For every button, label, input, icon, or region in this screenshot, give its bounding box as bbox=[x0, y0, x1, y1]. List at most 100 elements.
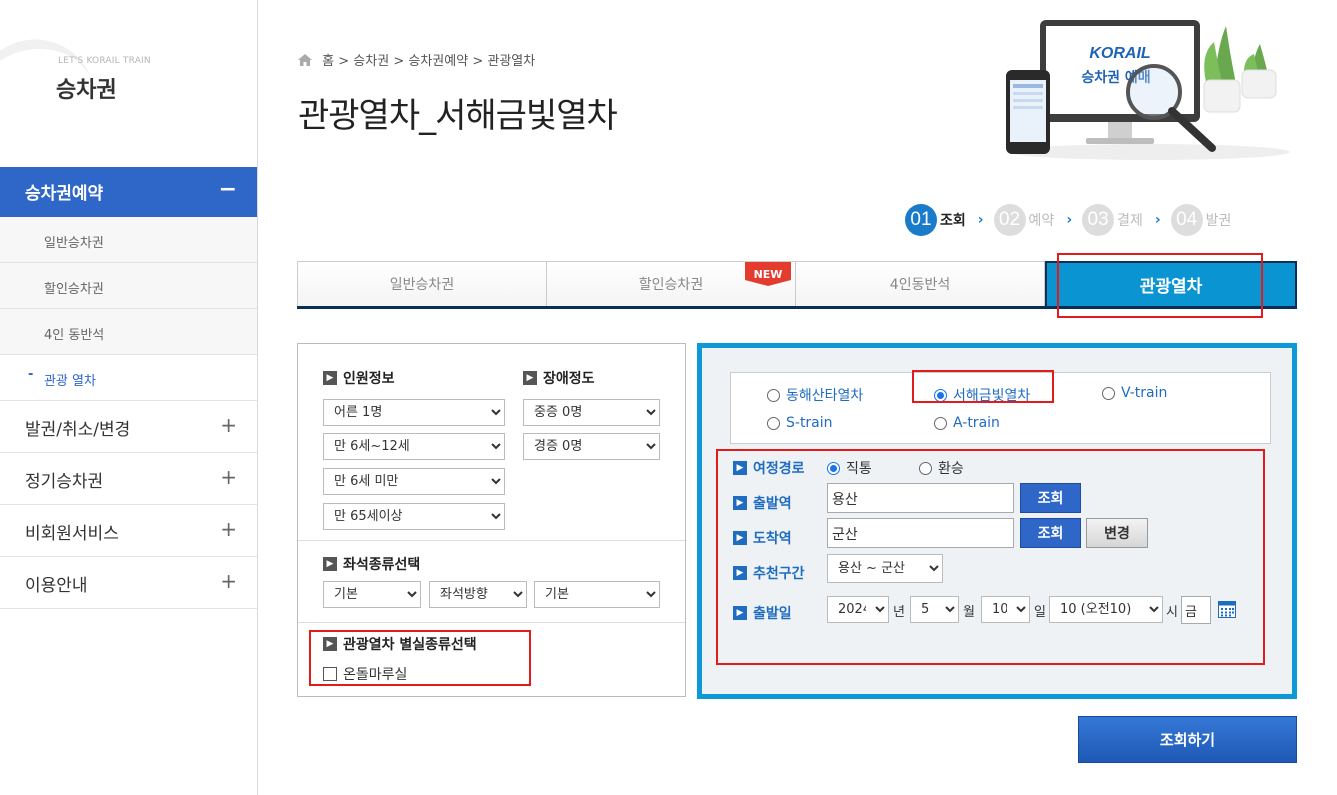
year-select[interactable]: 2024 bbox=[827, 596, 889, 623]
hour-unit: 시 bbox=[1166, 605, 1178, 620]
senior-select[interactable]: 만 65세이상 bbox=[323, 503, 505, 530]
radio-v-train[interactable]: V-train bbox=[1102, 385, 1167, 401]
step-reserve: 02 예약 › bbox=[993, 204, 1073, 236]
infant-select[interactable]: 만 6세 미만 bbox=[323, 468, 505, 495]
menu-label: 발권/취소/변경 bbox=[25, 420, 131, 440]
step-number: 03 bbox=[1082, 204, 1115, 236]
seat-position-select[interactable]: 기본 bbox=[534, 581, 660, 608]
arrow-box-icon: ▶ bbox=[323, 637, 337, 651]
day-unit: 일 bbox=[1034, 605, 1046, 620]
recommend-select[interactable]: 용산 ~ 군산 bbox=[827, 554, 943, 583]
arrow-box-icon: ▶ bbox=[323, 371, 337, 385]
step-issue: 04 발권 bbox=[1170, 204, 1231, 236]
radio-icon bbox=[919, 461, 932, 475]
radio-label: 환승 bbox=[938, 461, 964, 477]
radio-label: 직통 bbox=[846, 461, 872, 477]
people-header-label: 인원정보 bbox=[343, 371, 395, 387]
menu-season-ticket[interactable]: 정기승차권 + bbox=[0, 453, 257, 505]
menu-nonmember[interactable]: 비회원서비스 + bbox=[0, 505, 257, 557]
checkbox[interactable] bbox=[323, 667, 337, 681]
sub-item-general[interactable]: 일반승차권 bbox=[0, 217, 257, 263]
chevron-right-icon: › bbox=[1066, 212, 1073, 228]
arrival-input[interactable]: 군산 bbox=[827, 518, 1014, 548]
arrival-label: ▶ 도착역 bbox=[733, 528, 792, 548]
arrow-box-icon: ▶ bbox=[523, 371, 537, 385]
tab-discount[interactable]: 할인승차권 NEW bbox=[547, 261, 796, 306]
search-button[interactable]: 조회하기 bbox=[1078, 716, 1297, 763]
sub-item-label: 일반승차권 bbox=[44, 236, 104, 251]
arrow-box-icon: ▶ bbox=[733, 566, 747, 580]
tab-family-seat[interactable]: 4인동반석 bbox=[796, 261, 1045, 306]
tab-label: 할인승차권 bbox=[638, 277, 704, 293]
seat-direction-select[interactable]: 좌석방향 bbox=[429, 581, 527, 608]
severe-disability-select[interactable]: 중증 0명 bbox=[523, 399, 660, 426]
home-icon[interactable] bbox=[298, 54, 312, 66]
ondol-room-option[interactable]: 온돌마루실 bbox=[323, 664, 407, 684]
breadcrumb-item[interactable]: 승차권 bbox=[353, 54, 389, 69]
sub-item-label: 할인승차권 bbox=[44, 282, 104, 297]
child-select[interactable]: 만 6세~12세 bbox=[323, 433, 505, 460]
swap-stations-button[interactable]: 변경 bbox=[1086, 518, 1148, 548]
seat-header: ▶ 좌석종류선택 bbox=[323, 554, 420, 574]
collapse-icon: − bbox=[218, 177, 237, 202]
step-payment: 03 결제 › bbox=[1082, 204, 1161, 236]
train-type-options: 동해산타열차 서해금빛열차 V-train S-train A-train bbox=[730, 372, 1271, 444]
radio-direct[interactable]: 직통 bbox=[827, 458, 872, 478]
expand-icon: + bbox=[220, 465, 237, 489]
calendar-icon[interactable] bbox=[1218, 601, 1236, 618]
menu-guide[interactable]: 이용안내 + bbox=[0, 557, 257, 609]
arrival-lookup-button[interactable]: 조회 bbox=[1020, 518, 1081, 548]
breadcrumb-sep: > bbox=[338, 54, 350, 69]
expand-icon: + bbox=[220, 517, 237, 541]
day-select[interactable]: 10 bbox=[981, 596, 1030, 623]
hour-select[interactable]: 10 (오전10) bbox=[1049, 596, 1163, 623]
step-inquiry: 01 조회 › bbox=[905, 204, 984, 236]
radio-transfer[interactable]: 환승 bbox=[919, 458, 964, 478]
sub-item-family-seat[interactable]: 4인 동반석 bbox=[0, 309, 257, 355]
date-label: ▶ 출발일 bbox=[733, 603, 792, 623]
page-title: 관광열차_서해금빛열차 bbox=[298, 96, 618, 136]
sub-item-tourist-train[interactable]: - 관광 열차 bbox=[0, 355, 257, 401]
progress-steps: 01 조회 › 02 예약 › 03 결제 › 04 발권 bbox=[905, 203, 1241, 237]
route-label-text: 여정경로 bbox=[753, 461, 805, 477]
radio-icon bbox=[1102, 386, 1115, 400]
radio-donghae-santa[interactable]: 동해산타열차 bbox=[767, 385, 863, 405]
departure-input[interactable]: 용산 bbox=[827, 483, 1014, 513]
seat-type-select[interactable]: 기본 bbox=[323, 581, 421, 608]
chevron-right-icon: › bbox=[1154, 212, 1161, 228]
radio-s-train[interactable]: S-train bbox=[767, 415, 833, 431]
mild-disability-select[interactable]: 경증 0명 bbox=[523, 433, 660, 460]
checkbox-label: 온돌마루실 bbox=[343, 667, 408, 683]
arrow-box-icon: ▶ bbox=[733, 606, 747, 620]
tab-general[interactable]: 일반승차권 bbox=[297, 261, 547, 306]
arrow-box-icon: ▶ bbox=[733, 496, 747, 510]
sub-item-discount[interactable]: 할인승차권 bbox=[0, 263, 257, 309]
recommend-label: ▶ 추천구간 bbox=[733, 563, 805, 583]
sub-item-label: 관광 열차 bbox=[44, 374, 96, 389]
departure-label-text: 출발역 bbox=[753, 496, 792, 512]
breadcrumb-home[interactable]: 홈 bbox=[322, 54, 334, 69]
menu-label: 정기승차권 bbox=[25, 472, 104, 492]
step-number: 02 bbox=[993, 204, 1026, 236]
journey-panel: 동해산타열차 서해금빛열차 V-train S-train A-train ▶ … bbox=[697, 343, 1297, 699]
expand-icon: + bbox=[220, 413, 237, 437]
divider bbox=[298, 622, 685, 623]
ticket-type-tabs: 일반승차권 할인승차권 NEW 4인동반석 관광열차 bbox=[297, 261, 1297, 309]
radio-a-train[interactable]: A-train bbox=[934, 415, 1000, 431]
adult-select[interactable]: 어른 1명 bbox=[323, 399, 505, 426]
menu-ticket-reservation[interactable]: 승차권예약 − bbox=[0, 167, 257, 217]
breadcrumb: 홈 > 승차권 > 승차권예약 > 관광열차 bbox=[298, 50, 535, 69]
menu-label: 비회원서비스 bbox=[25, 524, 119, 544]
sidebar-title: 승차권 bbox=[56, 78, 117, 103]
menu-label: 승차권예약 bbox=[25, 184, 104, 204]
step-label: 조회 bbox=[940, 213, 966, 229]
passenger-panel: ▶ 인원정보 ▶ 장애정도 어른 1명 만 6세~12세 만 6세 미만 만 6… bbox=[297, 343, 686, 697]
breadcrumb-item[interactable]: 승차권예약 bbox=[408, 54, 468, 69]
departure-lookup-button[interactable]: 조회 bbox=[1020, 483, 1081, 513]
menu-issue-cancel[interactable]: 발권/취소/변경 + bbox=[0, 401, 257, 453]
radio-seohae-geumbit[interactable]: 서해금빛열차 bbox=[934, 385, 1030, 405]
tab-tourist-train[interactable]: 관광열차 bbox=[1045, 261, 1297, 306]
month-select[interactable]: 5 bbox=[910, 596, 959, 623]
route-label: ▶ 여정경로 bbox=[733, 458, 805, 478]
radio-icon bbox=[827, 461, 840, 475]
